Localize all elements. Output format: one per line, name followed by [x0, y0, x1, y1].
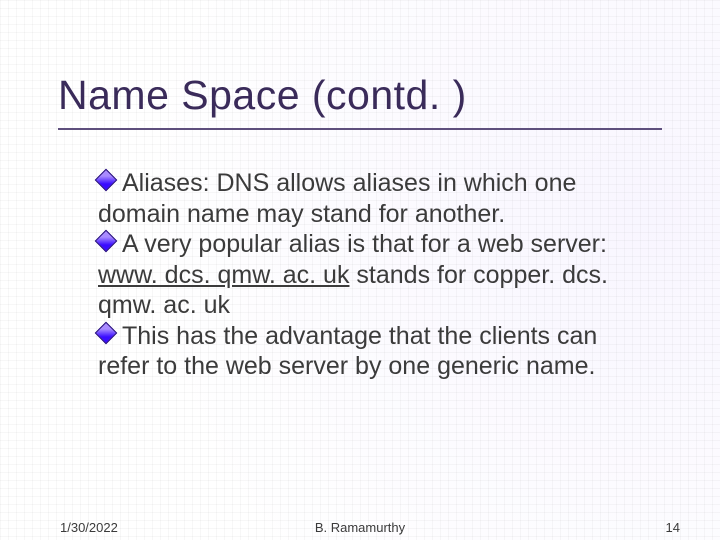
bullet-link[interactable]: www. dcs. qmw. ac. uk	[98, 261, 349, 289]
slide-body: Aliases: DNS allows aliases in which one…	[98, 168, 648, 382]
bullet-text: A very popular alias is that for a web s…	[98, 230, 608, 319]
slide-title: Name Space (contd. )	[58, 72, 467, 119]
bullet-icon	[95, 230, 118, 253]
bullet-item: Aliases: DNS allows aliases in which one…	[98, 168, 648, 229]
bullet-icon	[95, 169, 118, 192]
bullet-prefix: Aliases:	[122, 169, 216, 197]
bullet-text: This has the advantage that the clients …	[98, 322, 597, 381]
slide: Name Space (contd. ) Aliases: DNS allows…	[0, 0, 720, 540]
bullet-item: A very popular alias is that for a web s…	[98, 229, 648, 321]
footer-page-number: 14	[666, 520, 680, 535]
title-underline	[58, 128, 662, 130]
bullet-prefix: A very popular alias is that for a web s…	[122, 230, 607, 258]
footer-author: B. Ramamurthy	[0, 520, 720, 535]
bullet-prefix: This has the advantage that the clients …	[98, 322, 597, 381]
bullet-item: This has the advantage that the clients …	[98, 321, 648, 382]
bullet-text: Aliases: DNS allows aliases in which one…	[98, 169, 576, 228]
bullet-icon	[95, 321, 118, 344]
